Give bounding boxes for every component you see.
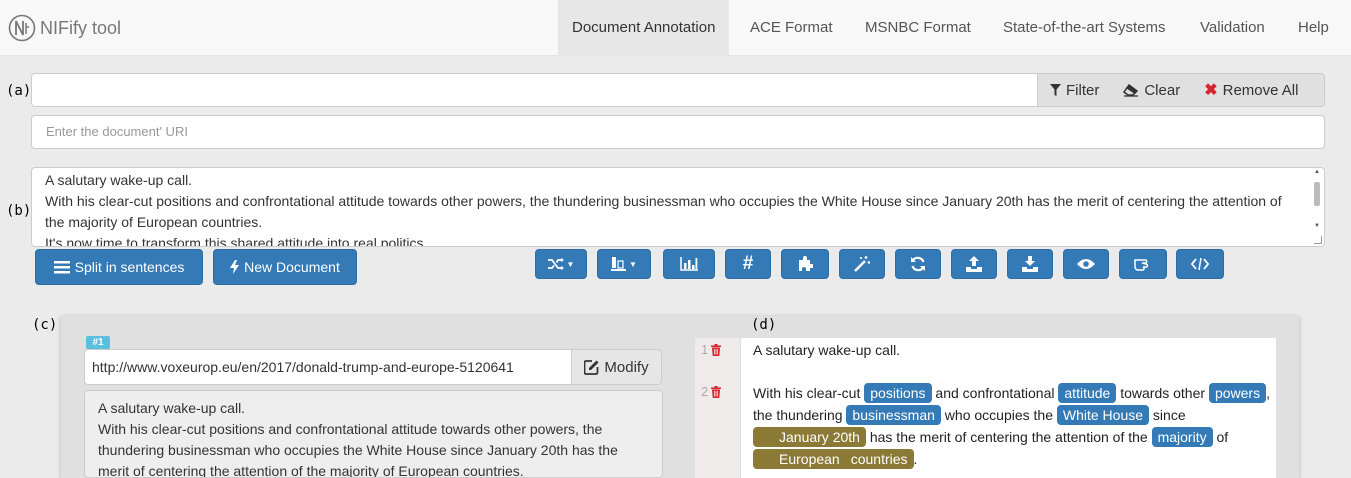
remove-all-label: Remove All (1222, 81, 1299, 99)
shuffle-icon (547, 258, 564, 270)
plain-text: With his clear-cut (753, 385, 865, 401)
magic-wand-button[interactable] (839, 249, 885, 279)
magic-wand-icon (854, 256, 870, 272)
sentence-line-gutter: 1 2 (695, 338, 740, 478)
select-button[interactable] (1119, 249, 1167, 279)
line-number-text: 1 (701, 342, 709, 357)
entity-mention-named[interactable]: January 20th (753, 427, 866, 447)
plain-text: and confrontational (931, 385, 1059, 401)
document-text: A salutary wake-up call. With his clear-… (45, 172, 1282, 247)
scroll-up-icon[interactable]: ▲ (1314, 169, 1320, 175)
refresh-icon (911, 256, 925, 272)
trash-icon[interactable] (711, 385, 722, 398)
align-bottom-icon (611, 257, 627, 271)
textarea-scrollbar[interactable]: ▲ ▼ (1311, 169, 1323, 231)
bolt-icon (230, 260, 240, 274)
document-content-box: A salutary wake-up call. With his clear-… (84, 390, 663, 478)
shuffle-dropdown-button[interactable]: ▼ (535, 249, 587, 279)
label-b: (b) (6, 203, 32, 219)
modify-label: Modify (604, 358, 649, 376)
remove-x-icon: ✖ (1204, 82, 1218, 99)
split-label: Split in sentences (74, 259, 185, 275)
download-icon (1022, 256, 1038, 272)
filter-button[interactable]: Filter (1038, 74, 1111, 106)
app-title: NIFify tool (40, 18, 122, 38)
entity-mention-named[interactable]: countries (844, 449, 914, 469)
upload-button[interactable] (951, 249, 997, 279)
caret-down-icon: ▼ (629, 259, 637, 269)
clear-button[interactable]: Clear (1111, 74, 1192, 106)
puzzle-icon (799, 256, 813, 271)
entity-mention[interactable]: White House (1056, 405, 1150, 425)
nifify-logo-icon (8, 14, 36, 42)
plain-text: towards other (1116, 385, 1209, 401)
plain-text: who occupies the (940, 407, 1057, 423)
entity-mention[interactable]: majority (1151, 427, 1213, 447)
scroll-down-icon[interactable]: ▼ (1314, 223, 1320, 229)
bar-chart-icon (680, 257, 698, 271)
filter-icon (1050, 83, 1061, 96)
nav-ace-format[interactable]: ACE Format (736, 0, 847, 56)
code-icon (1191, 257, 1209, 271)
filter-input[interactable] (31, 73, 1038, 107)
download-button[interactable] (1007, 249, 1053, 279)
caret-down-icon: ▼ (566, 259, 575, 269)
document-textarea[interactable]: A salutary wake-up call. With his clear-… (31, 167, 1325, 247)
entity-mention[interactable]: positions (864, 383, 932, 403)
eraser-icon (1123, 83, 1139, 97)
modify-button[interactable]: Modify (572, 349, 662, 385)
hashtag-icon: # (742, 253, 754, 274)
entity-mention[interactable]: businessman (846, 405, 941, 425)
brand[interactable]: NIFify tool (8, 14, 121, 42)
document-content-text: A salutary wake-up call. With his clear-… (98, 400, 618, 478)
remove-all-button[interactable]: ✖ Remove All (1192, 74, 1310, 106)
nav-msnbc-format[interactable]: MSNBC Format (851, 0, 985, 56)
label-c: (c) (32, 317, 58, 333)
document-uri-input[interactable]: Enter the document' URI (31, 115, 1325, 149)
code-button[interactable] (1176, 249, 1224, 279)
hand-pointer-icon (1134, 259, 1149, 271)
line-number-text: 2 (701, 384, 709, 399)
trash-icon[interactable] (711, 343, 722, 356)
document-number-badge: #1 (86, 336, 110, 349)
preview-button[interactable] (1063, 249, 1109, 279)
nav-validation[interactable]: Validation (1186, 0, 1279, 56)
filter-label: Filter (1066, 81, 1100, 99)
nav-help[interactable]: Help (1284, 0, 1343, 56)
document-url-input[interactable]: http://www.voxeurop.eu/en/2017/donald-tr… (84, 349, 572, 385)
refresh-button[interactable] (895, 249, 941, 279)
statistics-button[interactable] (663, 249, 715, 279)
menu-icon (53, 260, 70, 273)
line-number-1: 1 (701, 342, 722, 357)
align-dropdown-button[interactable]: ▼ (597, 249, 651, 279)
entity-mention[interactable]: powers (1208, 383, 1267, 403)
plain-text: of (1212, 429, 1229, 445)
filter-actions: Filter Clear ✖ Remove All (1038, 73, 1325, 107)
new-document-button[interactable]: New Document (213, 249, 357, 285)
plain-text: since (1149, 407, 1186, 423)
plain-text: . (913, 451, 918, 467)
label-d: (d) (751, 317, 777, 333)
puzzle-button[interactable] (781, 249, 829, 279)
edit-icon (584, 359, 599, 375)
sentence-2: With his clear-cut positions and confron… (753, 382, 1278, 470)
nav-state-of-the-art-systems[interactable]: State-of-the-art Systems (989, 0, 1180, 56)
eye-icon (1077, 259, 1095, 269)
annotation-view: A salutary wake-up call. With his clear-… (740, 338, 1276, 478)
hashtag-button[interactable]: # (725, 249, 771, 279)
plain-text: has the merit of centering the attention… (865, 429, 1152, 445)
sentence-1: A salutary wake-up call. (753, 342, 901, 358)
new-document-label: New Document (244, 259, 340, 275)
nav-document-annotation[interactable]: Document Annotation (558, 0, 730, 56)
label-a: (a) (6, 83, 32, 99)
split-sentences-button[interactable]: Split in sentences (35, 249, 203, 285)
scroll-thumb[interactable] (1314, 182, 1320, 206)
entity-mention-named[interactable]: European (753, 449, 846, 469)
upload-icon (966, 256, 982, 272)
resize-grip-icon[interactable] (1314, 236, 1322, 244)
entity-mention[interactable]: attitude (1058, 383, 1117, 403)
navbar: NIFify tool Document Annotation ACE Form… (0, 0, 1351, 56)
clear-label: Clear (1144, 81, 1181, 99)
line-number-2: 2 (701, 384, 722, 399)
